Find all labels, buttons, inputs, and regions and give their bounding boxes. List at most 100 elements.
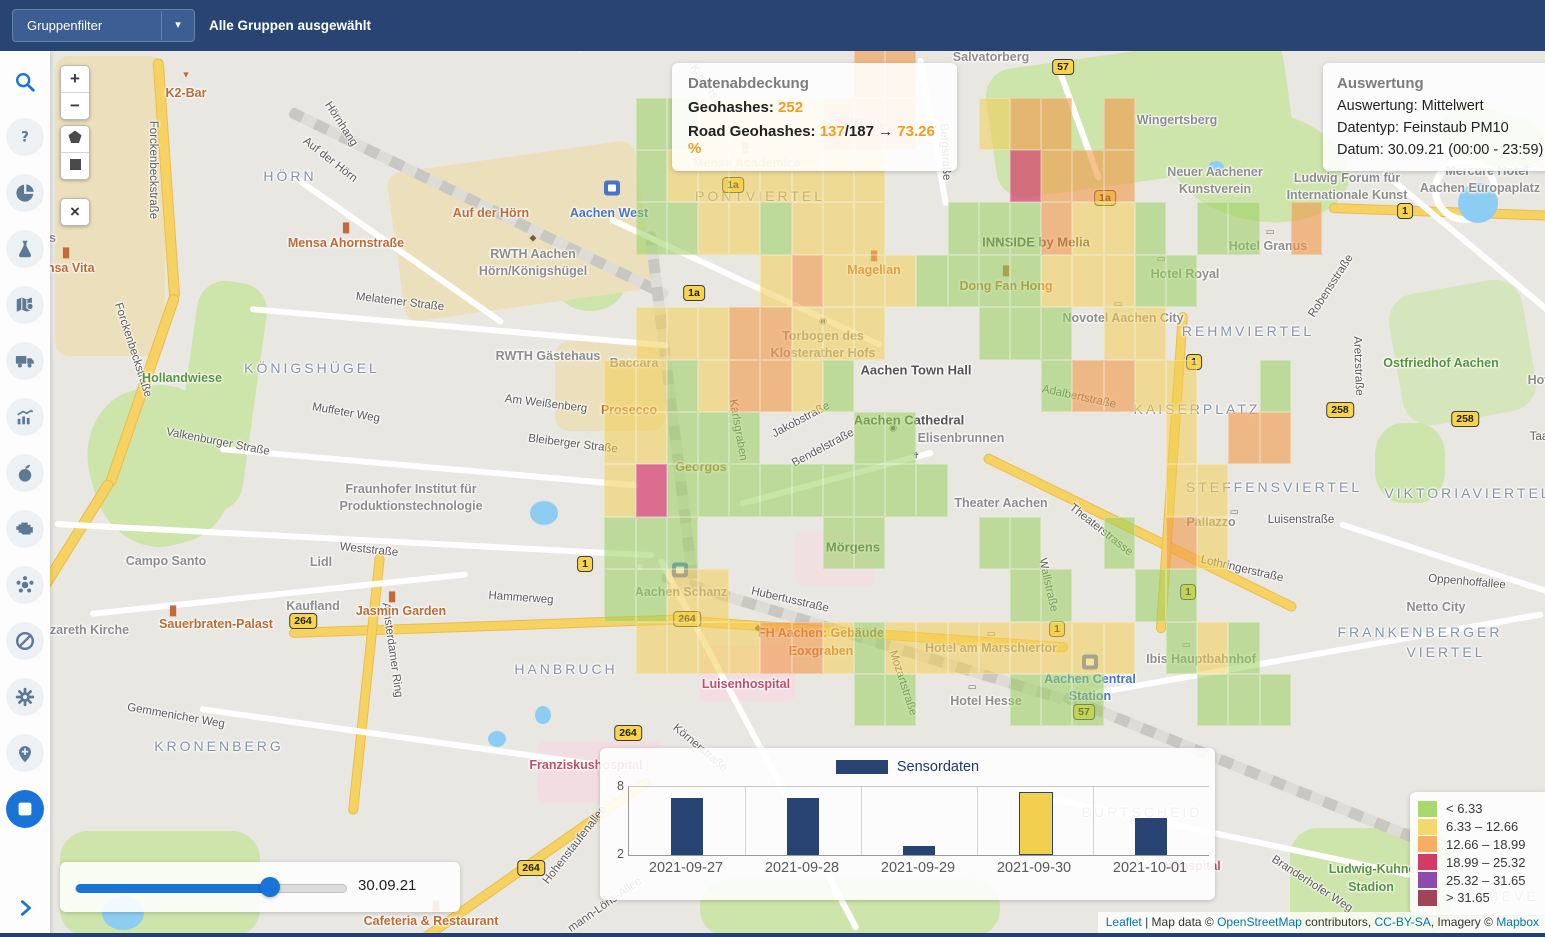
timeline-slider-thumb[interactable] [260, 877, 280, 897]
geohash-cell[interactable] [729, 464, 760, 516]
geohash-cell[interactable] [823, 360, 854, 412]
pie-chart-icon[interactable] [6, 174, 44, 212]
geohash-cell[interactable] [1072, 360, 1103, 412]
geohash-cell[interactable] [1166, 464, 1197, 516]
help-icon[interactable]: ? [6, 118, 44, 156]
geohash-cell[interactable] [1197, 622, 1228, 674]
geohash-cell[interactable] [854, 517, 885, 569]
geohash-cell[interactable] [1041, 622, 1072, 674]
geohash-cell[interactable] [979, 307, 1010, 359]
geohash-cell[interactable] [823, 622, 854, 674]
geohash-cell[interactable] [854, 412, 885, 464]
geohash-cell[interactable] [823, 464, 854, 516]
geohash-cell[interactable] [1041, 202, 1072, 254]
geohash-cell[interactable] [1260, 360, 1291, 412]
geohash-cell[interactable] [604, 464, 635, 516]
geohash-cell[interactable] [1041, 150, 1072, 202]
geohash-cell[interactable] [698, 464, 729, 516]
geohash-cell[interactable] [1041, 98, 1072, 150]
draw-polygon-button[interactable] [61, 126, 89, 152]
geohash-cell[interactable] [1228, 202, 1259, 254]
geohash-cell[interactable] [1135, 255, 1166, 307]
stop-button[interactable] [6, 790, 44, 828]
geohash-cell[interactable] [729, 202, 760, 254]
geohash-cell[interactable] [1166, 412, 1197, 464]
geohash-cell[interactable] [1010, 98, 1041, 150]
geohash-cell[interactable] [916, 464, 947, 516]
geohash-cell[interactable] [1260, 674, 1291, 726]
geohash-cell[interactable] [1135, 202, 1166, 254]
geohash-cell[interactable] [636, 517, 667, 569]
geohash-cell[interactable] [1072, 674, 1103, 726]
geohash-cell[interactable] [1228, 674, 1259, 726]
geohash-cell[interactable] [948, 255, 979, 307]
group-filter-dropdown[interactable]: Gruppenfilter ▾ [12, 9, 195, 42]
gear-icon[interactable] [6, 678, 44, 716]
no-entry-icon[interactable] [6, 622, 44, 660]
geohash-cell[interactable] [948, 202, 979, 254]
geohash-cell[interactable] [1260, 412, 1291, 464]
geohash-cell[interactable] [1104, 517, 1135, 569]
geohash-cell[interactable] [1010, 307, 1041, 359]
geohash-cell[interactable] [1010, 674, 1041, 726]
geohash-cell[interactable] [1166, 517, 1197, 569]
geohash-cell[interactable] [1166, 255, 1197, 307]
draw-rectangle-button[interactable] [61, 152, 89, 179]
geohash-cell[interactable] [1072, 202, 1103, 254]
geohash-cell[interactable] [1135, 307, 1166, 359]
geohash-cell[interactable] [636, 412, 667, 464]
geohash-cell[interactable] [854, 202, 885, 254]
geohash-cell[interactable] [667, 464, 698, 516]
geohash-cell[interactable] [885, 412, 916, 464]
geohash-cell[interactable] [760, 255, 791, 307]
geohash-cell[interactable] [885, 622, 916, 674]
geohash-cell[interactable] [1041, 569, 1072, 621]
geohash-cell[interactable] [792, 202, 823, 254]
geohash-cell[interactable] [729, 622, 760, 674]
geohash-cell[interactable] [885, 674, 916, 726]
truck-icon[interactable] [6, 342, 44, 380]
geohash-cell[interactable] [667, 517, 698, 569]
geohash-cell[interactable] [1072, 255, 1103, 307]
geohash-cell[interactable] [667, 412, 698, 464]
chart-bar-2021-09-29[interactable] [903, 846, 935, 855]
geohash-cell[interactable] [885, 464, 916, 516]
geohash-cell[interactable] [1072, 622, 1103, 674]
chart-bar-2021-09-27[interactable] [671, 798, 703, 855]
geohash-cell[interactable] [979, 255, 1010, 307]
geohash-cell[interactable] [698, 622, 729, 674]
geohash-cell[interactable] [1228, 412, 1259, 464]
geohash-cell[interactable] [729, 360, 760, 412]
geohash-cell[interactable] [760, 307, 791, 359]
geohash-cell[interactable] [1197, 517, 1228, 569]
geohash-cell[interactable] [1104, 150, 1135, 202]
geohash-cell[interactable] [823, 202, 854, 254]
geohash-cell[interactable] [1104, 360, 1135, 412]
close-icon[interactable]: × [61, 199, 89, 225]
geohash-cell[interactable] [1010, 517, 1041, 569]
chart-growth-icon[interactable] [6, 398, 44, 436]
search-icon[interactable] [6, 63, 44, 101]
geohash-cell[interactable] [636, 360, 667, 412]
geohash-cell[interactable] [979, 202, 1010, 254]
zoom-in-button[interactable]: + [61, 66, 89, 92]
geohash-cell[interactable] [1166, 622, 1197, 674]
geohash-cell[interactable] [823, 307, 854, 359]
geohash-cell[interactable] [604, 412, 635, 464]
geohash-cell[interactable] [636, 622, 667, 674]
geohash-cell[interactable] [854, 622, 885, 674]
geohash-cell[interactable] [604, 517, 635, 569]
geohash-cell[interactable] [1197, 464, 1228, 516]
geohash-cell[interactable] [1010, 255, 1041, 307]
geohash-cell[interactable] [636, 464, 667, 516]
geohash-cell[interactable] [729, 412, 760, 464]
attribution-link[interactable]: CC-BY-SA [1375, 915, 1431, 929]
flask-icon[interactable] [6, 230, 44, 268]
geohash-cell[interactable] [1135, 360, 1166, 412]
geohash-cell[interactable] [823, 255, 854, 307]
geohash-cell[interactable] [1228, 622, 1259, 674]
geohash-cell[interactable] [698, 360, 729, 412]
timeline-slider-track[interactable] [75, 884, 347, 893]
expand-icon[interactable] [6, 889, 44, 927]
location-move-icon[interactable] [6, 734, 44, 772]
